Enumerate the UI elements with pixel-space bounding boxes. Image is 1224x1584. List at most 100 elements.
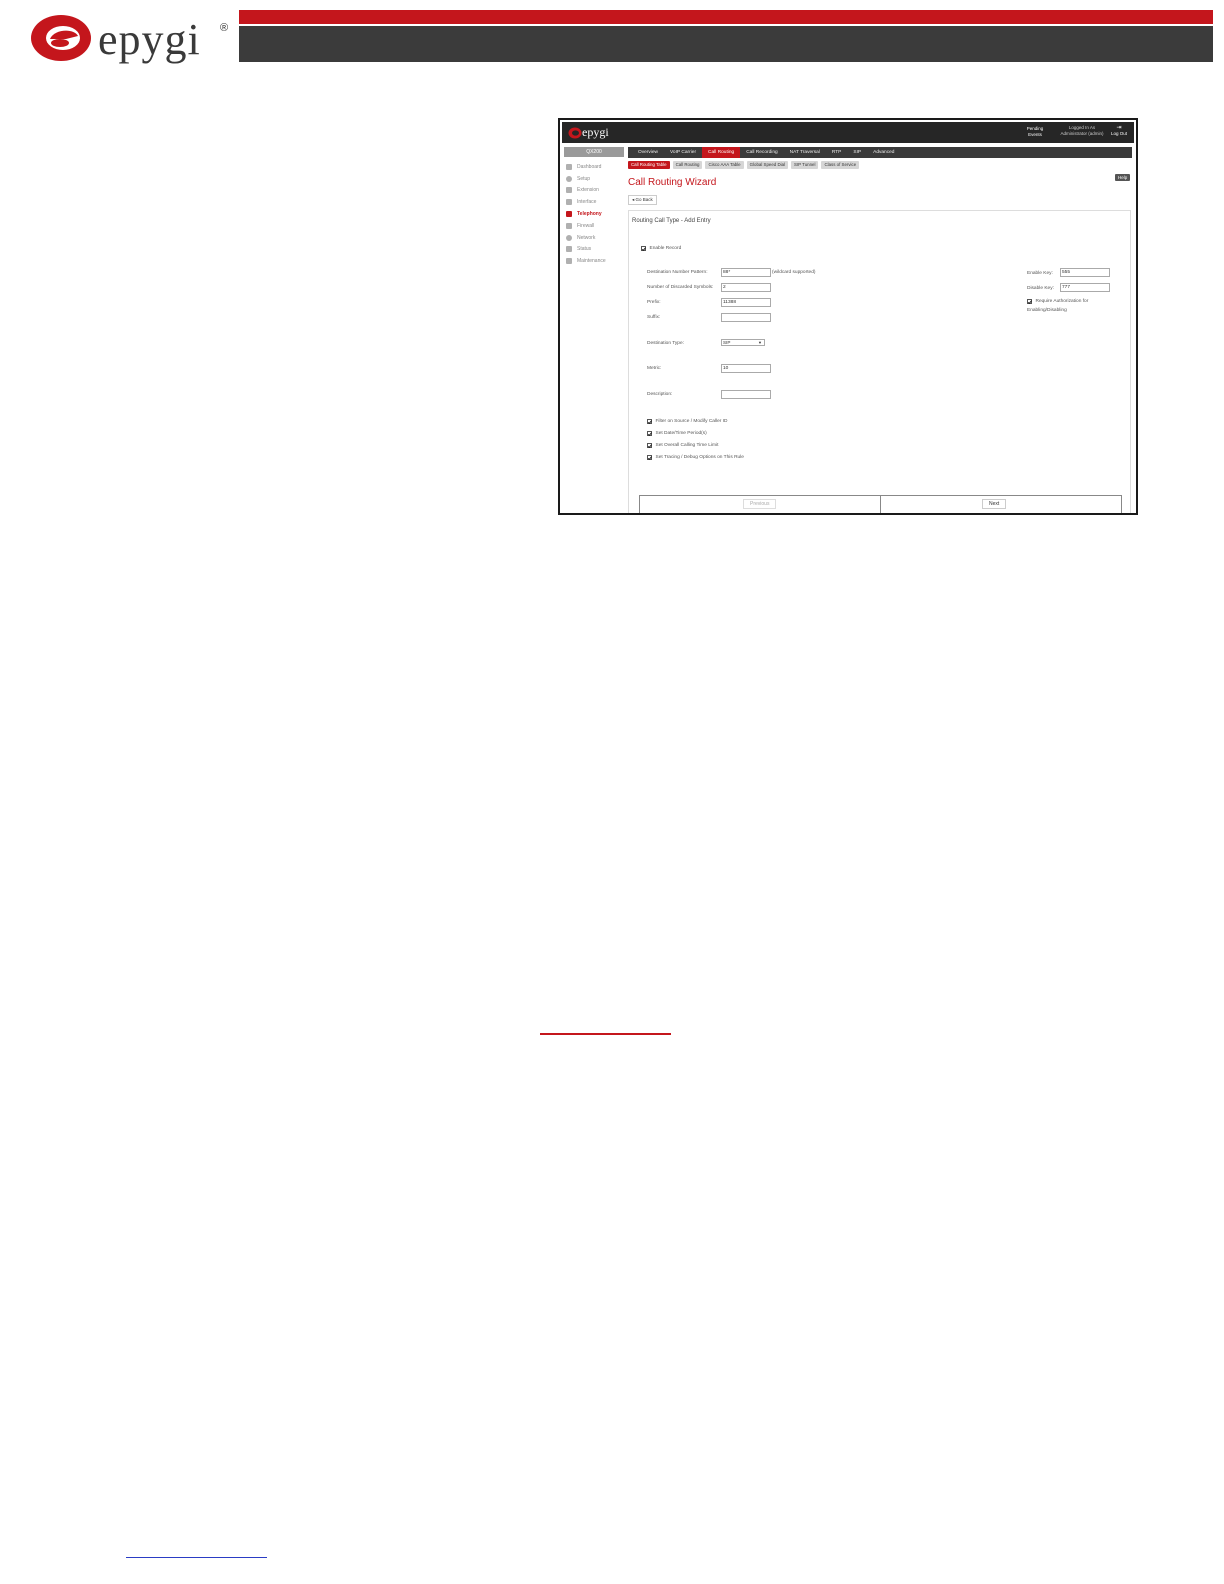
sub-tab-bar: Call Routing Table Call Routing Cisco AA… <box>628 161 860 169</box>
page-title: Call Routing Wizard <box>628 177 717 188</box>
dest-type-select[interactable]: SIP ▼ <box>721 339 765 346</box>
sidebar-item-label: Interface <box>577 199 597 206</box>
header-dark-band <box>239 26 1213 62</box>
logout-label: Log Out <box>1110 131 1127 136</box>
logged-in-user: Administrator (admin) <box>1060 131 1104 136</box>
subtab-sip-tunnel[interactable]: SIP Tunnel <box>791 161 819 169</box>
main-tab-bar: Overview VoIP Carrier Call Routing Call … <box>628 147 1132 158</box>
enable-key-label: Enable Key: <box>1027 271 1053 276</box>
tab-nat-traversal[interactable]: NAT Traversal <box>784 147 826 158</box>
suffix-label: Suffix: <box>647 315 661 320</box>
nav-divider <box>880 496 881 513</box>
sidebar-item-setup[interactable]: Setup <box>566 173 626 185</box>
red-underline <box>540 1033 671 1035</box>
subtab-call-routing[interactable]: Call Routing <box>672 161 703 169</box>
option-checkbox[interactable] <box>647 431 652 436</box>
tab-call-routing[interactable]: Call Routing <box>702 147 741 158</box>
option-filter-source: Filter on Source / Modify Caller ID <box>647 419 727 424</box>
dest-pattern-input[interactable]: 88* <box>721 268 771 277</box>
globe-icon <box>566 234 572 241</box>
gear-icon <box>566 175 572 182</box>
option-label: Set Date/Time Period(s) <box>655 431 707 436</box>
subtab-global-speed-dial[interactable]: Global Speed Dial <box>746 161 789 169</box>
subtab-call-routing-table[interactable]: Call Routing Table <box>628 161 670 169</box>
app-wordmark: epygi <box>582 125 609 139</box>
option-checkbox[interactable] <box>647 419 652 424</box>
tab-overview[interactable]: Overview <box>632 147 664 158</box>
enable-key-input[interactable]: 555 <box>1060 268 1110 277</box>
footer-link-underline <box>126 1557 267 1558</box>
sidebar-item-status[interactable]: Status <box>566 244 626 256</box>
extension-icon <box>566 187 572 194</box>
previous-button[interactable]: Previous <box>743 499 777 509</box>
option-tracing: Set Tracing / Debug Options on This Rule <box>647 455 744 460</box>
go-back-label: Go Back <box>635 197 653 202</box>
wrench-icon <box>566 258 572 265</box>
dashboard-icon <box>566 163 572 170</box>
disable-key-label: Disable Key: <box>1027 286 1054 291</box>
sidebar-item-extension[interactable]: Extension <box>566 185 626 197</box>
logout-button[interactable]: ⇥ Log Out <box>1108 125 1130 137</box>
option-date-time: Set Date/Time Period(s) <box>647 431 707 436</box>
next-button[interactable]: Next <box>982 499 1007 509</box>
sidebar-item-network[interactable]: Network <box>566 232 626 244</box>
logo-wordmark: epygi <box>98 15 201 64</box>
wizard-panel: Routing Call Type - Add Entry Enable Rec… <box>628 210 1131 513</box>
sidebar-item-label: Extension <box>577 187 599 194</box>
disable-key-input[interactable]: 777 <box>1060 283 1110 292</box>
require-auth-label-2: Enabling/Disabling <box>1027 308 1067 313</box>
tab-voip-carrier[interactable]: VoIP Carrier <box>664 147 702 158</box>
sidebar-item-dashboard[interactable]: Dashboard <box>566 161 626 173</box>
dest-type-label: Destination Type: <box>647 341 684 346</box>
tab-call-recording[interactable]: Call Recording <box>740 147 783 158</box>
enable-record-checkbox[interactable] <box>641 246 646 251</box>
tab-rtp[interactable]: RTP <box>826 147 848 158</box>
header-red-band <box>239 10 1213 24</box>
epygi-logo-icon <box>31 15 91 61</box>
discarded-symbols-input[interactable]: 2 <box>721 283 771 292</box>
sidebar-item-label: Status <box>577 246 592 253</box>
prefix-input[interactable]: 11388 <box>721 298 771 307</box>
discarded-symbols-label: Number of Discarded Symbols: <box>647 285 714 290</box>
help-button[interactable]: Help <box>1115 174 1131 181</box>
app-logo-icon <box>568 127 582 139</box>
tab-sip[interactable]: SIP <box>847 147 867 158</box>
sidebar-item-firewall[interactable]: Firewall <box>566 220 626 232</box>
go-back-button[interactable]: ◂ Go Back <box>628 195 657 205</box>
subtab-cisco-aaa-table[interactable]: Cisco AAA Table <box>705 161 744 169</box>
sidebar-item-telephony[interactable]: Telephony <box>566 208 626 220</box>
pending-events-button[interactable]: Pending Events <box>1020 126 1050 138</box>
document-logo: epygi ® <box>30 12 235 64</box>
metric-input[interactable]: 10 <box>721 364 771 373</box>
chevron-down-icon: ▼ <box>758 340 762 345</box>
firewall-icon <box>566 222 572 229</box>
sidebar-item-label: Maintenance <box>577 258 606 265</box>
prefix-label: Prefix: <box>647 300 661 305</box>
require-auth-checkbox[interactable] <box>1027 299 1032 304</box>
enable-record-row: Enable Record <box>641 246 681 251</box>
device-model: QX200 <box>564 147 624 157</box>
subtab-class-of-service[interactable]: Class of Service <box>821 161 860 169</box>
sidebar-item-label: Dashboard <box>577 163 602 170</box>
back-icon: ◂ <box>632 197 635 202</box>
metric-label: Metric: <box>647 366 662 371</box>
sidebar-item-maintenance[interactable]: Maintenance <box>566 255 626 267</box>
option-checkbox[interactable] <box>647 443 652 448</box>
sidebar-item-interface[interactable]: Interface <box>566 196 626 208</box>
option-label: Filter on Source / Modify Caller ID <box>655 419 728 424</box>
option-label: Set Tracing / Debug Options on This Rule <box>655 455 744 460</box>
app-logo: epygi <box>568 125 628 140</box>
option-checkbox[interactable] <box>647 455 652 460</box>
sidebar-item-label: Setup <box>577 175 591 182</box>
sidebar: Dashboard Setup Extension Interface Tele… <box>566 161 626 267</box>
tab-advanced[interactable]: Advanced <box>867 147 900 158</box>
description-input[interactable] <box>721 390 771 399</box>
dest-type-value: SIP <box>723 340 731 345</box>
suffix-input[interactable] <box>721 313 771 322</box>
sidebar-item-label: Telephony <box>577 211 602 218</box>
description-label: Description: <box>647 392 673 397</box>
status-icon <box>566 246 572 253</box>
enable-record-label: Enable Record <box>649 246 682 251</box>
registered-mark: ® <box>220 22 229 34</box>
interface-icon <box>566 199 572 206</box>
